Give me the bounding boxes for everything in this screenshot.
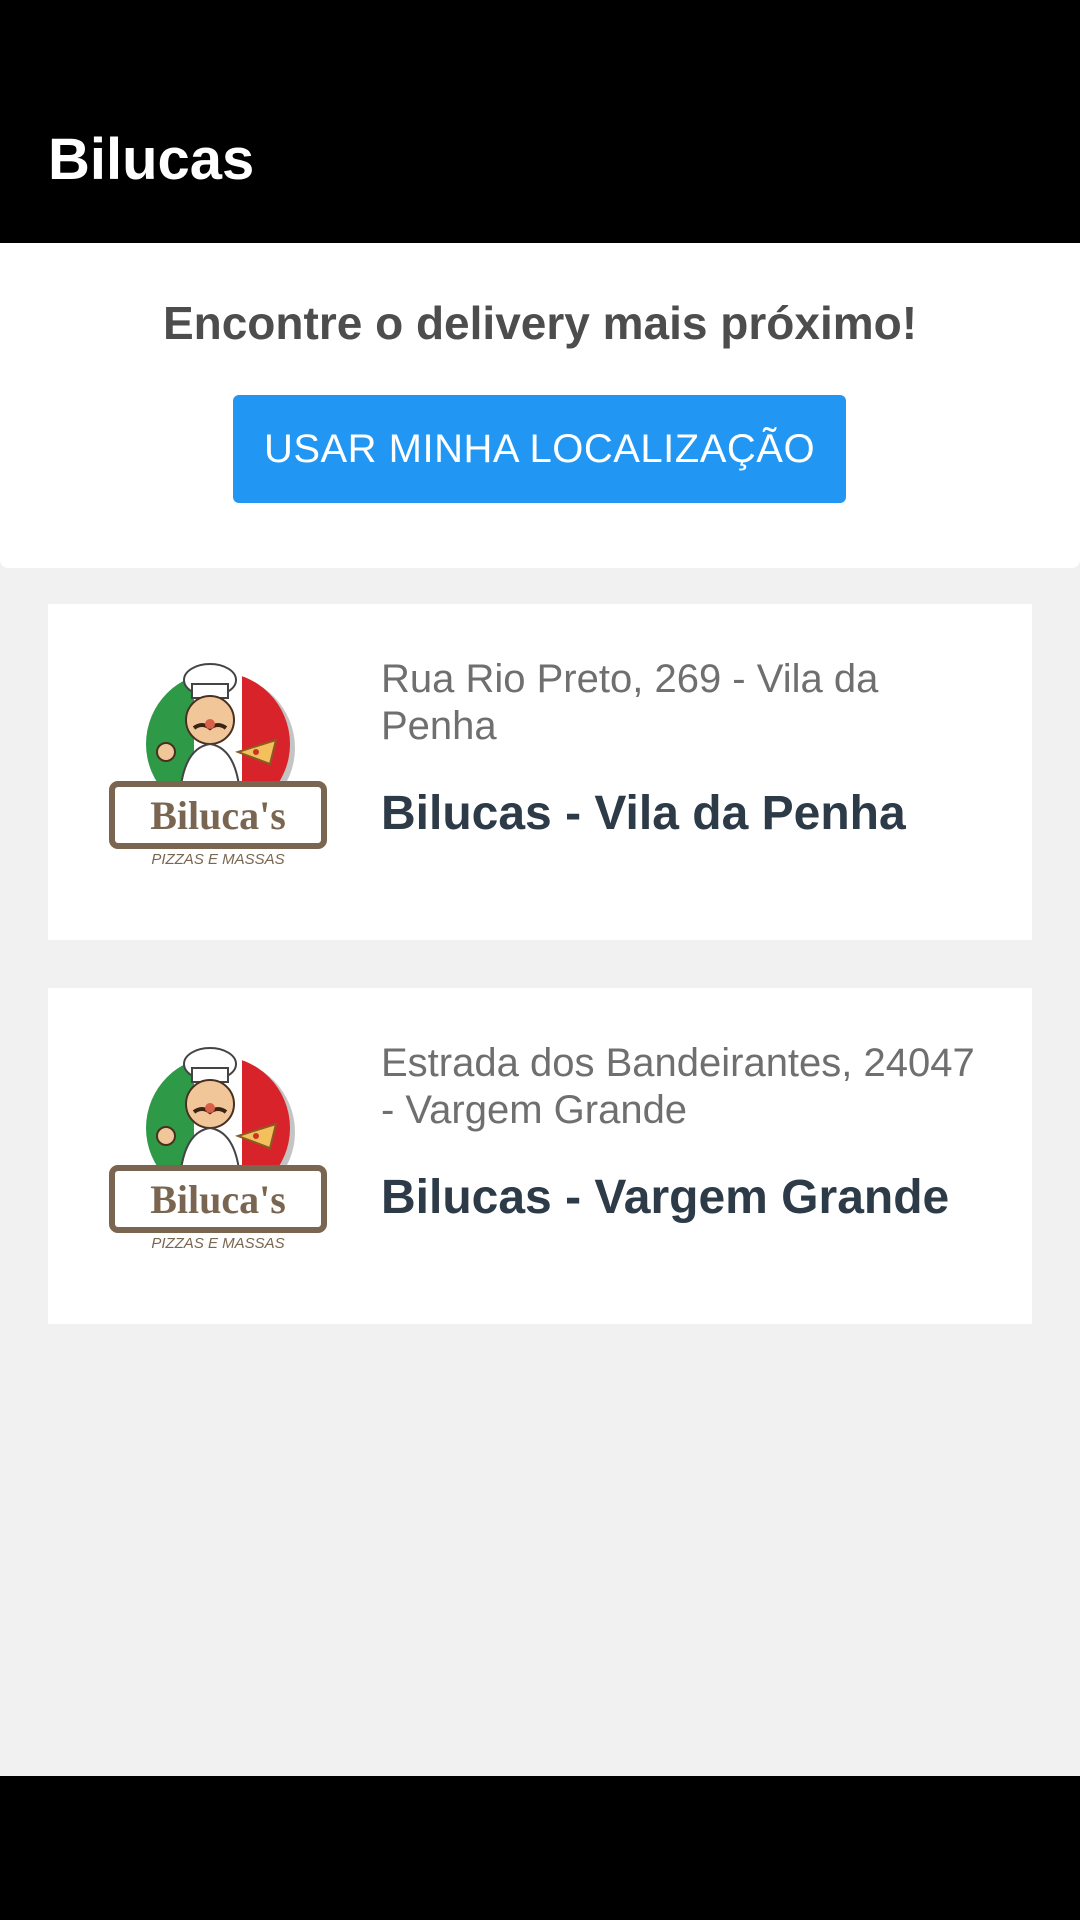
app-title: Bilucas bbox=[48, 127, 255, 192]
logo-brand-text: Biluca's bbox=[150, 793, 286, 838]
use-my-location-button[interactable]: USAR MINHA LOCALIZAÇÃO bbox=[233, 395, 846, 503]
store-name: Bilucas - Vila da Penha bbox=[381, 787, 906, 840]
logo-tagline-text: PIZZAS E MASSAS bbox=[151, 1235, 284, 1252]
locate-headline: Encontre o delivery mais próximo! bbox=[162, 297, 918, 349]
system-navigation-bar bbox=[0, 1776, 1080, 1920]
app-bar: Bilucas bbox=[0, 0, 1080, 243]
locate-panel: Encontre o delivery mais próximo! USAR M… bbox=[0, 243, 1080, 568]
logo-brand-text: Biluca's bbox=[150, 1177, 286, 1222]
store-name: Bilucas - Vargem Grande bbox=[381, 1171, 950, 1224]
logo-tagline-text: PIZZAS E MASSAS bbox=[151, 851, 284, 868]
store-address: Estrada dos Bandeirantes, 24047 - Vargem… bbox=[381, 1041, 975, 1132]
store-card-vila-da-penha[interactable]: Biluca's PIZZAS E MASSAS Rua Rio Preto, … bbox=[48, 604, 1032, 940]
store-address: Rua Rio Preto, 269 - Vila da Penha bbox=[381, 657, 879, 748]
app-screen: Bilucas Encontre o delivery mais próximo… bbox=[0, 0, 1080, 1920]
store-card-vargem-grande[interactable]: Biluca's PIZZAS E MASSAS Estrada dos Ban… bbox=[48, 988, 1032, 1324]
bilucas-logo-icon: Biluca's PIZZAS E MASSAS bbox=[109, 663, 327, 868]
bilucas-logo-icon: Biluca's PIZZAS E MASSAS bbox=[109, 1047, 327, 1252]
